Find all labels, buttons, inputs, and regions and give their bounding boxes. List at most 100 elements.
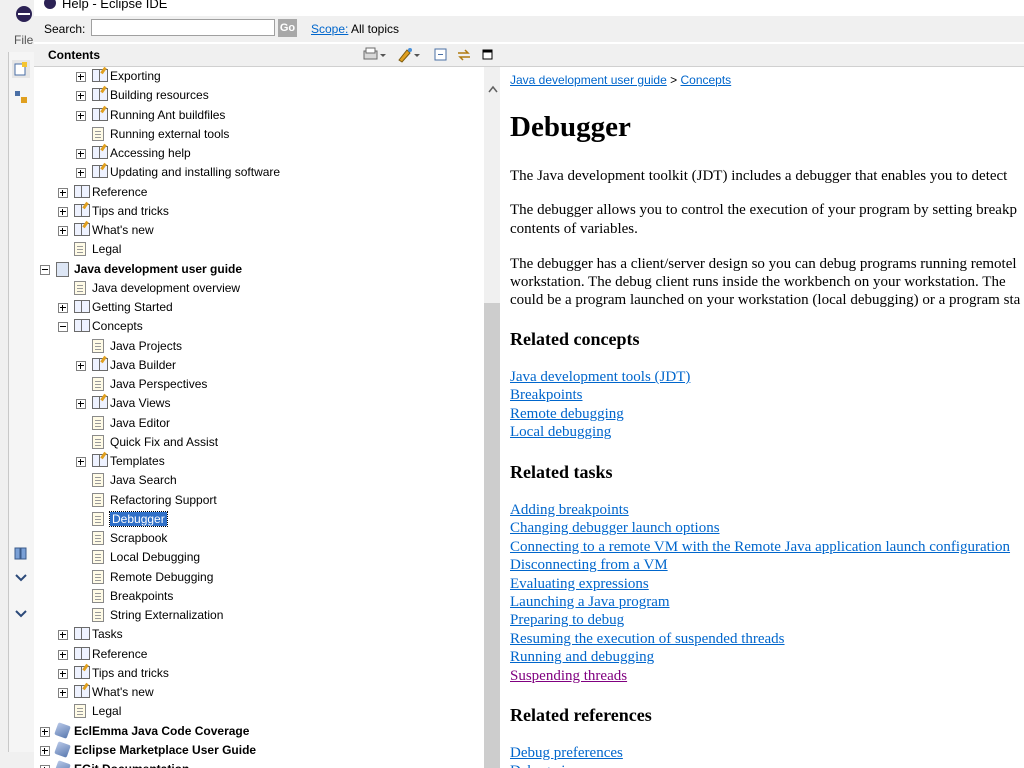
expand-icon[interactable] (58, 187, 68, 198)
related-task-link[interactable]: Suspending threads (510, 668, 627, 684)
tree-item[interactable]: Java Builder (34, 357, 484, 376)
expand-icon[interactable] (76, 399, 86, 410)
link-with-contents-button[interactable] (455, 46, 473, 64)
tree-item-label[interactable]: Remote Debugging (110, 570, 213, 584)
related-task-link[interactable]: Connecting to a remote VM with the Remot… (510, 539, 1010, 555)
tree-item[interactable]: Tasks (34, 626, 484, 645)
expand-icon[interactable] (58, 206, 68, 217)
related-task-link[interactable]: Disconnecting from a VM (510, 557, 668, 573)
collapse-all-button[interactable] (432, 46, 450, 64)
scroll-up-icon[interactable] (488, 85, 498, 96)
tree-item[interactable]: Java development overview (34, 280, 484, 299)
expand-icon[interactable] (58, 668, 68, 679)
tree-item-label[interactable]: Debugger (109, 510, 168, 527)
new-toolbar-button[interactable] (12, 60, 30, 78)
related-task-link[interactable]: Running and debugging (510, 649, 654, 665)
tree-item-label[interactable]: Java Builder (110, 358, 176, 372)
tree-item-label[interactable]: Breakpoints (110, 589, 173, 603)
tree-item[interactable]: String Externalization (34, 607, 484, 626)
tree-item[interactable]: What's new (34, 222, 484, 241)
expand-icon[interactable] (58, 303, 68, 313)
expand-icon[interactable] (76, 168, 86, 179)
tree-item-label[interactable]: Reference (92, 647, 147, 661)
related-concept-link[interactable]: Java development tools (JDT) (510, 369, 690, 385)
tree-item[interactable]: Legal (34, 703, 484, 722)
tree-item-label[interactable]: Tasks (92, 627, 123, 641)
tree-item[interactable]: EclEmma Java Code Coverage (34, 721, 484, 742)
expand-icon[interactable] (76, 360, 86, 371)
tree-scrollbar[interactable] (484, 67, 500, 768)
tree-item[interactable]: Running external tools (34, 126, 484, 145)
expand-icon[interactable] (76, 110, 86, 121)
expand-icon[interactable] (76, 91, 86, 102)
collapse-icon[interactable] (58, 322, 68, 333)
tree-item[interactable]: Reference (34, 646, 484, 665)
tree-item-label[interactable]: Legal (92, 704, 121, 718)
tree-item[interactable]: Scrapbook (34, 530, 484, 549)
maximize-button[interactable] (481, 46, 495, 64)
tree-item[interactable]: Local Debugging (34, 549, 484, 568)
tree-item-label[interactable]: What's new (92, 223, 154, 237)
tree-item[interactable]: Refactoring Support (34, 492, 484, 511)
tree-item[interactable]: Quick Fix and Assist (34, 434, 484, 453)
expand-icon[interactable] (58, 649, 68, 660)
expand-icon[interactable] (58, 688, 68, 698)
tree-item[interactable]: Accessing help (34, 145, 484, 164)
tree-item[interactable]: Exporting (34, 68, 484, 87)
tree-item-label[interactable]: Java Views (110, 396, 170, 410)
tree-item-label[interactable]: Running external tools (110, 127, 229, 141)
tree-item-label[interactable]: What's new (92, 685, 154, 699)
tree-item[interactable]: Templates (34, 453, 484, 472)
tree-item-label[interactable]: Refactoring Support (110, 493, 217, 507)
tree-item-label[interactable]: EGit Documentation (74, 762, 189, 768)
tree-item[interactable]: Java Projects (34, 338, 484, 357)
related-concept-link[interactable]: Local debugging (510, 424, 611, 440)
tree-item[interactable]: Getting Started (34, 299, 484, 318)
collapse-icon[interactable] (40, 264, 50, 275)
tree-item[interactable]: Building resources (34, 87, 484, 106)
tree-item-label[interactable]: Java development overview (92, 281, 240, 295)
related-task-link[interactable]: Launching a Java program (510, 594, 670, 610)
tree-item[interactable]: Concepts (34, 318, 484, 337)
expand-icon[interactable] (76, 72, 86, 82)
related-task-link[interactable]: Evaluating expressions (510, 576, 649, 592)
related-task-link[interactable]: Changing debugger launch options (510, 520, 720, 536)
tree-item-label[interactable]: Tips and tricks (92, 666, 169, 680)
tree-item-label[interactable]: Java Editor (110, 416, 170, 430)
tree-item[interactable]: Java development user guide (34, 261, 484, 280)
tree-item[interactable]: Running Ant buildfiles (34, 107, 484, 126)
related-task-link[interactable]: Resuming the execution of suspended thre… (510, 631, 785, 647)
tree-item-label[interactable]: Updating and installing software (110, 165, 280, 179)
tree-item-label[interactable]: Running Ant buildfiles (110, 108, 225, 122)
tree-item[interactable]: Remote Debugging (34, 569, 484, 588)
related-task-link[interactable]: Adding breakpoints (510, 502, 629, 518)
tree-item-label[interactable]: Building resources (110, 88, 209, 102)
tree-item-label[interactable]: Legal (92, 242, 121, 256)
scrollbar-thumb[interactable] (484, 303, 500, 768)
tree-item-label[interactable]: Exporting (110, 69, 161, 83)
tree-item-label[interactable]: Reference (92, 185, 147, 199)
tree-item-label[interactable]: Java development user guide (74, 262, 242, 276)
tree-item-label[interactable]: Java Search (110, 473, 177, 487)
related-reference-link[interactable]: Debug view (510, 763, 583, 768)
tree-item-label[interactable]: Scrapbook (110, 531, 167, 545)
tree-item[interactable]: Java Editor (34, 415, 484, 434)
print-menu-button[interactable] (362, 46, 388, 64)
expand-icon[interactable] (76, 149, 86, 159)
tree-item[interactable]: Tips and tricks (34, 203, 484, 222)
related-concept-link[interactable]: Remote debugging (510, 406, 624, 422)
tree-item-label[interactable]: Local Debugging (110, 550, 200, 564)
file-menu[interactable]: File (14, 33, 33, 47)
tree-item[interactable]: Updating and installing software (34, 164, 484, 183)
tree-item[interactable]: Breakpoints (34, 588, 484, 607)
expand-icon[interactable] (58, 630, 68, 641)
related-task-link[interactable]: Preparing to debug (510, 612, 624, 628)
chevron-down-icon-2[interactable] (14, 606, 28, 620)
tree-item[interactable]: EGit Documentation (34, 760, 484, 768)
tree-item[interactable]: Java Perspectives (34, 376, 484, 395)
tree-item-label[interactable]: Quick Fix and Assist (110, 435, 218, 449)
chevron-down-icon[interactable] (14, 570, 28, 584)
tree-item[interactable]: Debugger (34, 510, 484, 530)
search-input[interactable] (91, 19, 275, 36)
tree-item-label[interactable]: Accessing help (110, 146, 191, 160)
